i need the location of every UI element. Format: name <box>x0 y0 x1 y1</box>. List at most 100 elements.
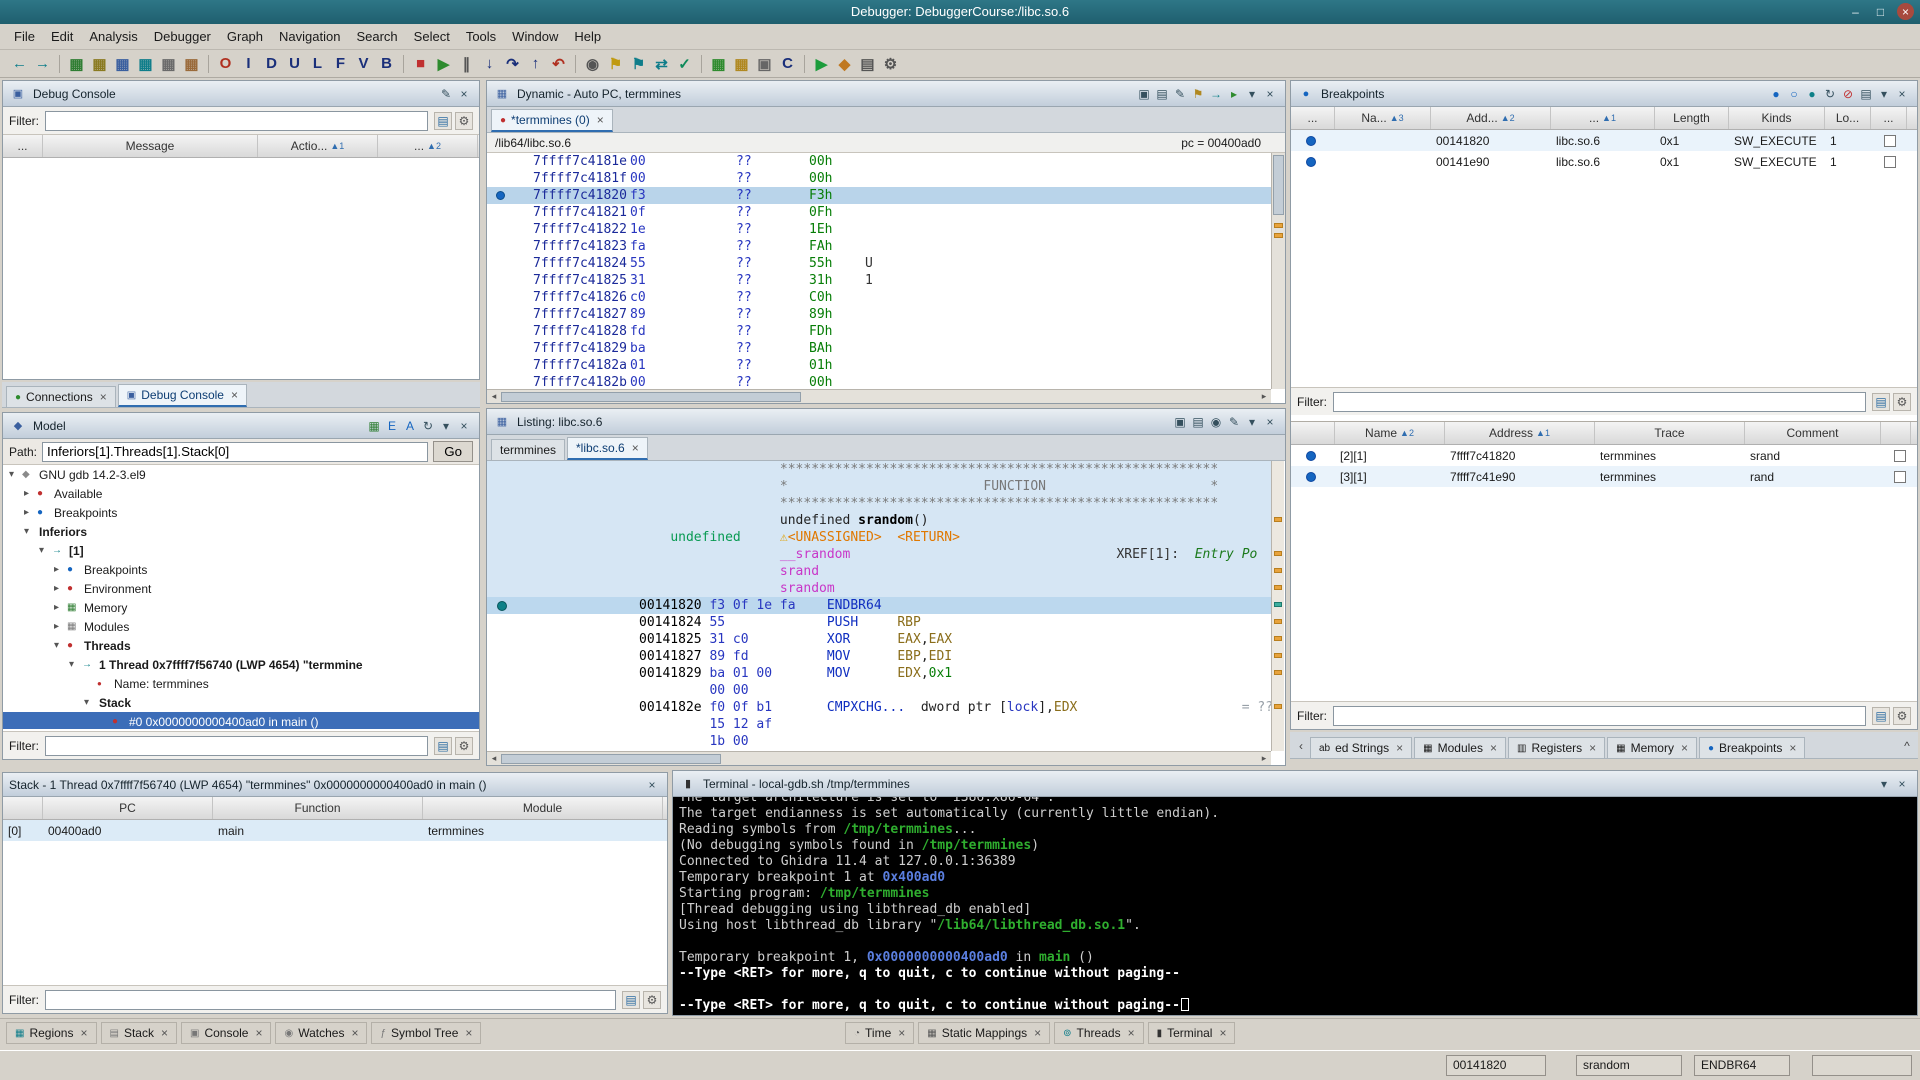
expander-icon[interactable]: ▾ <box>39 545 52 556</box>
disassembly-listing[interactable]: ****************************************… <box>487 461 1271 750</box>
breakpoints-filter-input[interactable] <box>1333 391 1866 412</box>
toolbar-resume-icon[interactable]: ▶ <box>432 52 455 75</box>
close-icon[interactable]: × <box>465 1026 472 1040</box>
menu-tools[interactable]: Tools <box>458 25 504 48</box>
listing-line[interactable]: ****************************************… <box>487 495 1271 512</box>
clear-all-icon[interactable]: ⊘ <box>1839 85 1857 103</box>
listing-line[interactable]: __srandom XREF[1]: Entry Po <box>487 546 1271 563</box>
tab-time[interactable]: ◔ Time × <box>845 1022 915 1044</box>
listing-line[interactable]: srandom <box>487 580 1271 597</box>
column-header-col0[interactable] <box>3 797 43 819</box>
toolbar-step-into-icon[interactable]: ↓ <box>478 52 501 75</box>
tab-termmines-0[interactable]: ● *termmines (0) × <box>491 109 613 132</box>
toolbar-check-icon[interactable]: ✓ <box>673 52 696 75</box>
memory-row[interactable]: 7ffff7c4182a 01?? 01h <box>487 357 1271 374</box>
breakpoint-dot-icon[interactable] <box>1306 471 1316 482</box>
tree-node-gnu-gdb-14-2-3-el9[interactable]: ▾ ◆ GNU gdb 14.2-3.el9 <box>3 465 479 484</box>
scrollbar-thumb[interactable] <box>501 753 721 764</box>
toolbar-table-green-icon[interactable]: ▦ <box>65 52 88 75</box>
tree-node-breakpoints[interactable]: ▸ ● Breakpoints <box>3 560 479 579</box>
toolbar-table-olive-icon[interactable]: ▦ <box>88 52 111 75</box>
scroll-right-icon[interactable]: ▸ <box>1257 753 1271 764</box>
tab-terminal[interactable]: ▮ Terminal × <box>1147 1022 1236 1044</box>
close-icon[interactable]: × <box>231 388 238 402</box>
close-icon[interactable]: × <box>1893 775 1911 793</box>
toolbar-play-circle-icon[interactable]: ▶ <box>810 52 833 75</box>
listing-line[interactable]: 00141824 55 PUSH RBP <box>487 614 1271 631</box>
table-icon[interactable]: ▦ <box>365 417 383 435</box>
close-icon[interactable]: × <box>1034 1026 1041 1040</box>
menu-help[interactable]: Help <box>566 25 609 48</box>
disable-all-icon[interactable]: ○ <box>1785 85 1803 103</box>
checkbox[interactable] <box>1884 155 1896 168</box>
filter-options-icon[interactable]: ⚙ <box>643 990 661 1009</box>
toolbar-grid-gold-icon[interactable]: ▦ <box>730 52 753 75</box>
close-icon[interactable]: × <box>643 776 661 794</box>
filter-options-icon[interactable]: ⚙ <box>1893 706 1911 725</box>
debug-console-header[interactable]: ▣ Debug Console ✎ × <box>3 81 479 107</box>
edit-e-icon[interactable]: E <box>383 417 401 435</box>
edit-icon[interactable]: ✎ <box>1225 413 1243 431</box>
toolbar-table-brown-icon[interactable]: ▦ <box>180 52 203 75</box>
tab-connections[interactable]: ● Connections × <box>6 386 116 407</box>
memory-row[interactable]: 7ffff7c4181f 00?? 00h <box>487 170 1271 187</box>
expander-icon[interactable]: ▾ <box>69 659 82 670</box>
column-header-message[interactable]: Message <box>43 135 258 157</box>
toolbar-letter-d-icon[interactable]: D <box>260 52 283 75</box>
clone-icon[interactable]: ▣ <box>1135 85 1153 103</box>
column-header-module[interactable]: Module <box>423 797 663 819</box>
stack-header[interactable]: Stack - 1 Thread 0x7ffff7f56740 (LWP 465… <box>3 773 667 797</box>
column-header-na[interactable]: Na... ▲3 <box>1335 107 1431 129</box>
tab-ed-strings[interactable]: ab ed Strings × <box>1310 737 1413 758</box>
breakpoint-dot-icon[interactable] <box>1306 450 1316 461</box>
auto-read-icon[interactable]: ▸ <box>1225 85 1243 103</box>
menu-icon[interactable]: ▾ <box>1875 85 1893 103</box>
column-header-comment[interactable]: Comment <box>1745 422 1881 444</box>
tab-termmines[interactable]: termmines <box>491 439 566 460</box>
memory-row[interactable]: 7ffff7c41828 fd?? FDh <box>487 323 1271 340</box>
tree-node-modules[interactable]: ▸ ▦ Modules <box>3 617 479 636</box>
listing-line[interactable]: 00141829 ba 01 00 MOV EDX,0x1 <box>487 665 1271 682</box>
go-button[interactable]: Go <box>433 441 473 462</box>
terminal-output[interactable]: The target architecture is set to "i386:… <box>673 797 1917 1015</box>
tab-breakpoints[interactable]: ● Breakpoints × <box>1698 737 1806 758</box>
listing-header[interactable]: ▦ Listing: libc.so.6 ▣ ▤ ◉ ✎ ▾ × <box>487 409 1285 435</box>
horizontal-scrollbar[interactable]: ◂ ▸ <box>487 751 1271 765</box>
toolbar-sync-icon[interactable]: ⇄ <box>650 52 673 75</box>
filter-options-icon[interactable]: ⚙ <box>455 736 473 755</box>
expander-icon[interactable]: ▸ <box>54 583 67 594</box>
close-icon[interactable]: × <box>632 441 639 455</box>
close-icon[interactable]: × <box>1261 85 1279 103</box>
column-header-add[interactable]: Add... ▲2 <box>1431 107 1551 129</box>
tab-threads[interactable]: ⊚ Threads × <box>1054 1022 1144 1044</box>
menu-graph[interactable]: Graph <box>219 25 271 48</box>
toolbar-letter-u-icon[interactable]: U <box>283 52 306 75</box>
toolbar-interrupt-icon[interactable]: ∥ <box>455 52 478 75</box>
memory-row[interactable]: 7ffff7c41827 89?? 89h <box>487 306 1271 323</box>
toolbar-compare-icon[interactable]: C <box>776 52 799 75</box>
maximize-icon[interactable]: □ <box>1872 3 1889 20</box>
track-pc-icon[interactable]: ⚑ <box>1189 85 1207 103</box>
expander-icon[interactable]: ▸ <box>24 507 37 518</box>
breakpoints-header[interactable]: ● Breakpoints ● ○ ● ↻ ⊘ ▤ ▾ × <box>1291 81 1917 107</box>
memory-row[interactable]: 7ffff7c41825 31?? 31h 1 <box>487 272 1271 289</box>
column-header-x[interactable]: ... <box>1291 107 1335 129</box>
memory-row[interactable]: 7ffff7c4181e 00?? 00h <box>487 153 1271 170</box>
close-icon[interactable]: × <box>1897 3 1914 20</box>
menu-window[interactable]: Window <box>504 25 566 48</box>
close-icon[interactable]: × <box>1789 741 1796 755</box>
expander-icon[interactable]: ▾ <box>54 640 67 651</box>
toolbar-flag-yellow-icon[interactable]: ⚑ <box>604 52 627 75</box>
table-icon[interactable]: ▤ <box>1857 85 1875 103</box>
tree-node-stack[interactable]: ▾ Stack <box>3 693 479 712</box>
scrollbar-thumb[interactable] <box>1273 155 1284 215</box>
memory-listing[interactable]: 7ffff7c4181e 00?? 00h 7ffff7c4181f 00?? 00h 7f… <box>487 153 1271 389</box>
toolbar-letter-f-icon[interactable]: F <box>329 52 352 75</box>
column-header-name[interactable]: Name ▲2 <box>1335 422 1445 444</box>
clear-icon[interactable]: ✎ <box>437 85 455 103</box>
refresh-icon[interactable]: ↻ <box>1821 85 1839 103</box>
expander-icon[interactable]: ▸ <box>24 488 37 499</box>
expander-icon[interactable]: ▸ <box>54 564 67 575</box>
model-filter-input[interactable] <box>45 735 428 756</box>
enable-all-icon[interactable]: ● <box>1767 85 1785 103</box>
